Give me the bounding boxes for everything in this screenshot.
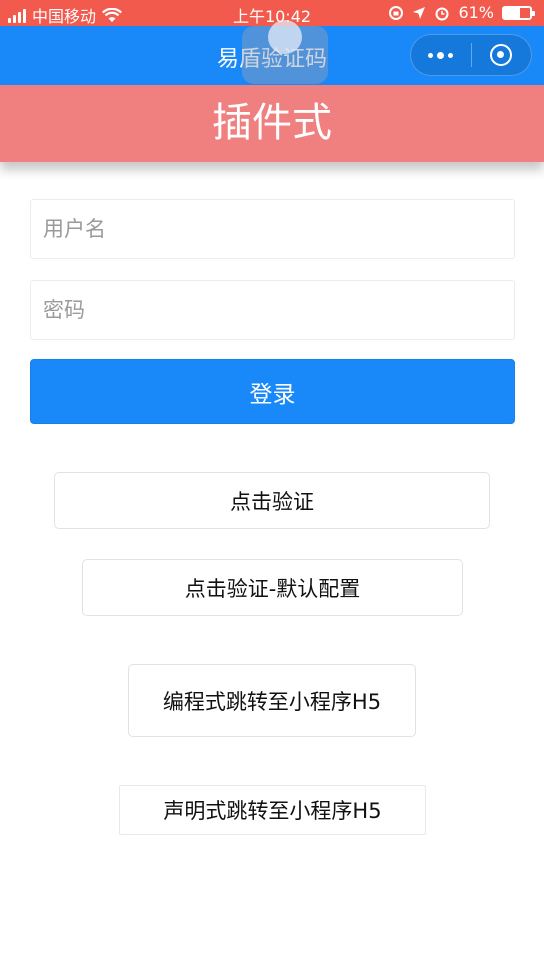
programmatic-jump-button[interactable]: 编程式跳转至小程序H5: [128, 664, 416, 737]
close-button[interactable]: [471, 35, 531, 75]
click-verify-default-button[interactable]: 点击验证-默认配置: [82, 559, 463, 616]
click-verify-button[interactable]: 点击验证: [54, 472, 490, 529]
nav-bar: 易盾验证码: [0, 20, 544, 86]
status-bar: 中国移动 上午10:42 61%: [0, 0, 544, 26]
more-dots-icon: [428, 51, 454, 59]
battery-percent: 61%: [458, 3, 494, 22]
status-right: 61%: [388, 3, 535, 22]
login-button[interactable]: 登录: [30, 359, 515, 424]
banner-title: 插件式: [0, 85, 544, 162]
more-button[interactable]: [411, 35, 471, 75]
declarative-jump-button[interactable]: 声明式跳转至小程序H5: [119, 785, 426, 835]
battery-icon: [502, 5, 535, 20]
floating-bubble-overlay[interactable]: [242, 20, 328, 84]
username-input[interactable]: [30, 199, 515, 259]
target-icon: [490, 44, 513, 66]
password-input[interactable]: [30, 280, 515, 340]
battery-fill: [504, 7, 520, 18]
rotation-lock-icon: [388, 5, 404, 21]
alarm-icon: [434, 5, 450, 21]
location-icon: [412, 6, 426, 20]
mini-program-capsule: [410, 34, 532, 76]
